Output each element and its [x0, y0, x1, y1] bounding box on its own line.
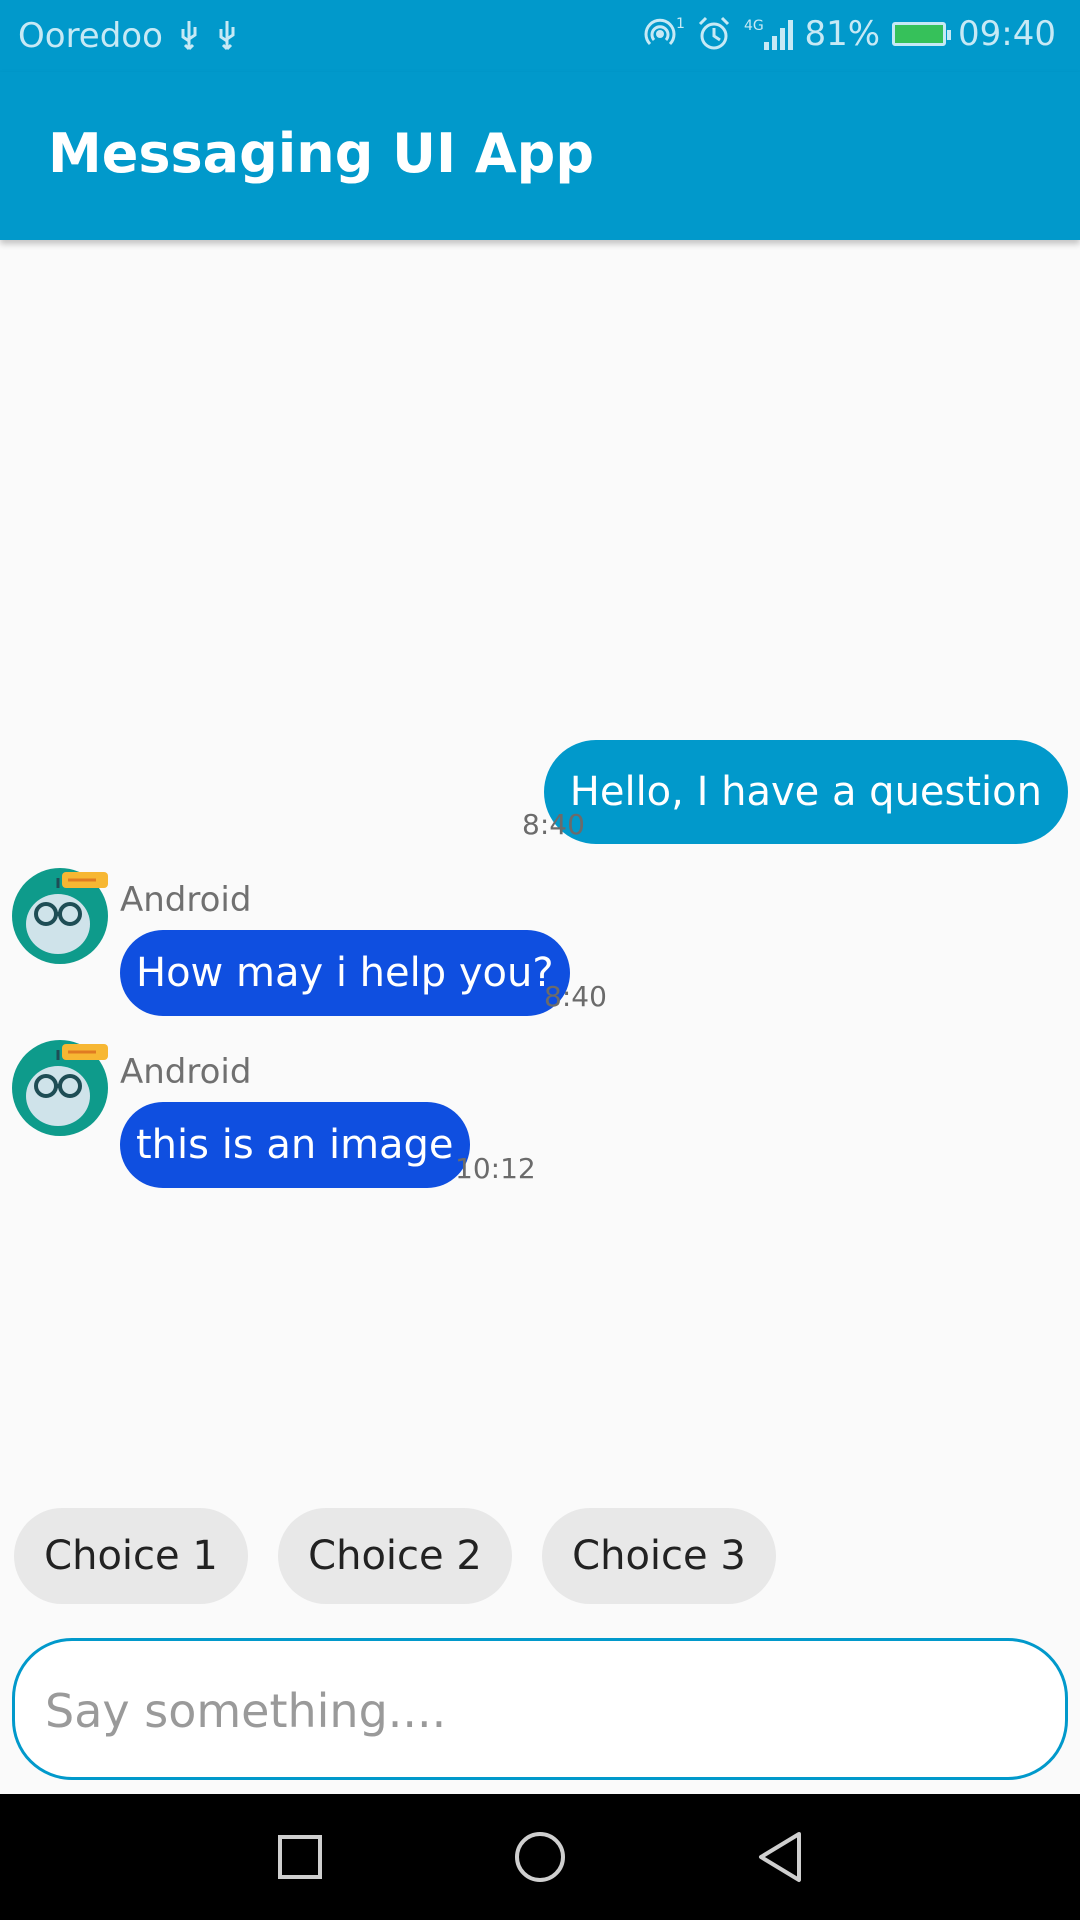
app-title: Messaging UI App [48, 122, 594, 185]
android-bot-avatar-icon [12, 868, 108, 964]
message-text: How may i help you? [136, 950, 554, 996]
sender-name: Android [120, 1052, 252, 1092]
back-button[interactable] [745, 1822, 815, 1892]
incoming-message-bubble[interactable]: this is an image [120, 1102, 470, 1188]
battery-percentage: 81% [804, 14, 881, 54]
status-bar: Ooredoo 1 4G 81% 09:40 [0, 0, 1080, 72]
message-input[interactable] [43, 1665, 1027, 1757]
avatar[interactable] [12, 868, 108, 964]
usb-icon [215, 19, 239, 53]
carrier-label: Ooredoo [18, 16, 163, 56]
recent-apps-button[interactable] [265, 1822, 335, 1892]
message-time: 8:40 [522, 808, 585, 841]
choice-chip-3[interactable]: Choice 3 [542, 1508, 776, 1604]
status-right-group: 1 4G 81% 09:40 [642, 14, 1056, 54]
svg-text:4G: 4G [744, 18, 764, 34]
hotspot-icon: 1 [642, 14, 686, 54]
recent-apps-icon [278, 1835, 322, 1879]
message-time: 10:12 [455, 1152, 536, 1185]
quick-reply-chips: Choice 1 Choice 2 Choice 3 [14, 1508, 776, 1604]
alarm-icon [694, 14, 734, 54]
choice-chip-2[interactable]: Choice 2 [278, 1508, 512, 1604]
svg-text:1: 1 [676, 16, 685, 32]
avatar[interactable] [12, 1040, 108, 1136]
message-time: 8:40 [544, 980, 607, 1013]
app-bar: Messaging UI App [0, 72, 1080, 240]
message-text: this is an image [136, 1122, 454, 1168]
message-list[interactable]: Hello, I have a question 8:40 Android Ho… [0, 240, 1080, 1480]
battery-level [892, 22, 952, 46]
message-text: Hello, I have a question [569, 769, 1042, 815]
message-input-container[interactable] [12, 1638, 1068, 1780]
incoming-message-bubble[interactable]: How may i help you? [120, 930, 570, 1016]
signal-icon: 4G [742, 14, 796, 54]
home-icon [515, 1832, 565, 1882]
back-icon [759, 1832, 801, 1882]
outgoing-message-bubble[interactable]: Hello, I have a question [543, 740, 1068, 844]
clock: 09:40 [958, 14, 1056, 54]
android-bot-avatar-icon [12, 1040, 108, 1136]
choice-chip-1[interactable]: Choice 1 [14, 1508, 248, 1604]
system-nav-bar [0, 1794, 1080, 1920]
carrier-group: Ooredoo [18, 16, 239, 56]
home-button[interactable] [505, 1822, 575, 1892]
battery-icon [888, 22, 952, 46]
usb-icon [177, 19, 201, 53]
sender-name: Android [120, 880, 252, 920]
